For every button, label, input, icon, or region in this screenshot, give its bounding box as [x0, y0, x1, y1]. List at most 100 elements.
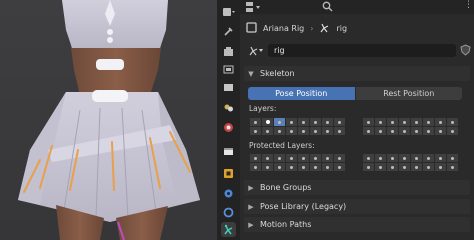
- display-mode-icon[interactable]: [246, 2, 260, 14]
- layer-dot-icon: [415, 129, 418, 133]
- layer-dot-icon: [302, 129, 305, 133]
- collection-icon[interactable]: [221, 144, 236, 159]
- layers-grid-right: [362, 117, 459, 136]
- layer-dot-icon: [326, 165, 329, 169]
- layer-dot-icon: [278, 120, 281, 124]
- protected-grid-left: [249, 153, 346, 172]
- modifier-icon[interactable]: [221, 186, 236, 201]
- layer-dot-icon: [427, 156, 430, 160]
- layer-dot-icon: [254, 120, 257, 124]
- world-icon[interactable]: [221, 120, 236, 135]
- layer-dot-icon: [314, 156, 317, 160]
- properties-tab-bar: [217, 0, 241, 240]
- armature-data-icon[interactable]: [221, 222, 236, 237]
- chevron-right-icon: ▶: [248, 183, 254, 192]
- layer-dot-icon: [379, 120, 382, 124]
- layer-dot-icon: [278, 156, 281, 160]
- layer-dot-icon: [379, 156, 382, 160]
- layers-label: Layers:: [249, 104, 277, 113]
- layer-dot-icon: [254, 129, 257, 133]
- layer-dot-icon: [451, 165, 454, 169]
- scene-icon[interactable]: [221, 100, 236, 115]
- position-toggle: Pose Position Rest Position: [248, 87, 462, 100]
- layer-dot-icon: [439, 165, 442, 169]
- armature-name-field[interactable]: rig: [268, 44, 456, 57]
- motion-paths-title: Motion Paths: [260, 220, 312, 229]
- layer-dot-icon: [427, 120, 430, 124]
- pose-library-header[interactable]: ▶ Pose Library (Legacy): [244, 199, 470, 214]
- layer-dot-icon: [403, 165, 406, 169]
- layer-dot-icon: [367, 165, 370, 169]
- layer-dot-icon: [391, 165, 394, 169]
- layer-dot-icon: [314, 165, 317, 169]
- protected-grid-right: [362, 153, 459, 172]
- layer-dot-icon: [290, 156, 293, 160]
- layer-dot-icon: [391, 156, 394, 160]
- breadcrumb: Ariana Rig › rig: [240, 20, 474, 36]
- pose-position-button[interactable]: Pose Position: [248, 87, 355, 100]
- panel-header: ⋮: [240, 0, 474, 14]
- layer-dot-icon: [367, 156, 370, 160]
- view-layer-icon[interactable]: [221, 80, 236, 95]
- properties-panel: ⋮ Ariana Rig › rig rig ▼ Skeleton Pose P…: [240, 0, 474, 240]
- layer-dot-icon: [403, 120, 406, 124]
- layer-dot-icon: [415, 165, 418, 169]
- skeleton-title: Skeleton: [260, 69, 295, 78]
- breadcrumb-object: Ariana Rig: [263, 23, 305, 33]
- layer-dot-icon: [403, 129, 406, 133]
- layer-toggle[interactable]: [446, 162, 459, 172]
- output-icon[interactable]: [221, 62, 236, 77]
- layer-dot-icon: [379, 129, 382, 133]
- layer-dot-icon: [290, 129, 293, 133]
- object-icon[interactable]: [221, 166, 236, 181]
- layer-toggle[interactable]: [446, 126, 459, 136]
- editor-type-icon[interactable]: [221, 4, 236, 19]
- layer-dot-icon: [439, 129, 442, 133]
- rest-position-button[interactable]: Rest Position: [354, 87, 462, 100]
- breadcrumb-separator-icon: ›: [310, 23, 314, 33]
- layer-dot-icon: [290, 165, 293, 169]
- layer-dot-icon: [266, 129, 269, 133]
- layer-dot-icon: [427, 129, 430, 133]
- pose-library-title: Pose Library (Legacy): [260, 202, 347, 211]
- armature-icon: [319, 22, 330, 35]
- layer-dot-icon: [302, 156, 305, 160]
- layer-dot-icon: [265, 120, 270, 124]
- layer-dot-icon: [439, 120, 442, 124]
- render-icon[interactable]: [221, 44, 236, 59]
- layer-dot-icon: [266, 165, 269, 169]
- layer-toggle[interactable]: [333, 126, 346, 136]
- layer-dot-icon: [391, 120, 394, 124]
- protected-layers-label: Protected Layers:: [249, 141, 315, 150]
- layer-dot-icon: [254, 165, 257, 169]
- fake-user-shield-icon[interactable]: [460, 44, 471, 58]
- layer-dot-icon: [278, 165, 281, 169]
- layer-dot-icon: [415, 156, 418, 160]
- layer-dot-icon: [326, 129, 329, 133]
- options-dots-icon[interactable]: ⋮: [464, 0, 473, 10]
- character-render: [0, 0, 217, 240]
- constraint-icon[interactable]: [221, 205, 236, 220]
- layer-dot-icon: [451, 156, 454, 160]
- layer-toggle[interactable]: [333, 162, 346, 172]
- 3d-viewport[interactable]: [0, 0, 217, 240]
- search-icon[interactable]: [322, 1, 333, 14]
- layer-dot-icon: [391, 129, 394, 133]
- layer-dot-icon: [326, 156, 329, 160]
- layer-dot-icon: [338, 120, 341, 124]
- tool-icon[interactable]: [221, 24, 236, 39]
- breadcrumb-data: rig: [336, 23, 348, 33]
- armature-browse-icon[interactable]: [248, 45, 264, 58]
- layer-dot-icon: [415, 120, 418, 124]
- layer-dot-icon: [278, 129, 281, 133]
- layer-dot-icon: [254, 156, 257, 160]
- layers-grid-left: [249, 117, 346, 136]
- skeleton-section-header[interactable]: ▼ Skeleton: [244, 66, 470, 81]
- layer-dot-icon: [290, 120, 293, 124]
- layer-dot-icon: [314, 129, 317, 133]
- motion-paths-header[interactable]: ▶ Motion Paths: [244, 217, 470, 232]
- bone-groups-header[interactable]: ▶ Bone Groups: [244, 180, 470, 195]
- layer-dot-icon: [326, 120, 329, 124]
- layer-dot-icon: [338, 129, 341, 133]
- chevron-down-icon: ▼: [248, 69, 254, 78]
